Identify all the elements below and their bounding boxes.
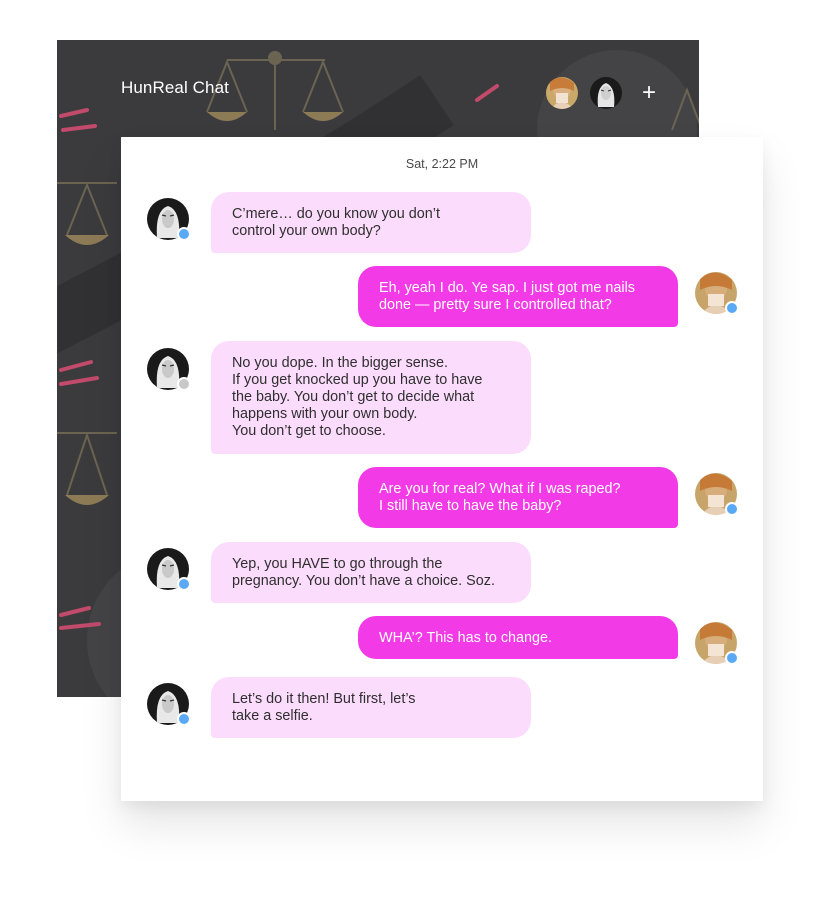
online-status-dot — [177, 227, 191, 241]
own-avatar[interactable] — [695, 622, 739, 665]
sender-avatar[interactable] — [147, 198, 191, 241]
participant-avatar-blonde[interactable] — [590, 77, 622, 109]
sender-avatar[interactable] — [147, 348, 191, 391]
message-bubble-outgoing: Are you for real? What if I was raped? I… — [358, 467, 678, 528]
sender-avatar[interactable] — [147, 548, 191, 591]
online-status-dot — [725, 651, 739, 665]
online-status-dot — [177, 577, 191, 591]
online-status-dot — [725, 301, 739, 315]
message-bubble-incoming: No you dope. In the bigger sense. If you… — [211, 341, 531, 454]
message-bubble-incoming: C’mere… do you know you don’t control yo… — [211, 192, 531, 253]
app-title: HunReal Chat — [121, 78, 229, 97]
message-bubble-incoming: Yep, you HAVE to go through the pregnanc… — [211, 542, 531, 603]
avatar-photo-icon — [590, 77, 622, 109]
message-bubble-outgoing: Eh, yeah I do. Ye sap. I just got me nai… — [358, 266, 678, 327]
own-avatar[interactable] — [695, 473, 739, 516]
message-bubble-incoming: Let’s do it then! But first, let’s take … — [211, 677, 531, 738]
away-status-dot — [177, 377, 191, 391]
online-status-dot — [725, 502, 739, 516]
participant-avatar-redhead[interactable] — [546, 77, 578, 109]
add-participant-button[interactable]: + — [640, 80, 658, 106]
avatar-photo-icon — [546, 77, 578, 109]
conversation-timestamp: Sat, 2:22 PM — [405, 157, 479, 171]
chat-message-panel: Sat, 2:22 PM C’mere… do you know you don… — [121, 137, 763, 801]
online-status-dot — [177, 712, 191, 726]
own-avatar[interactable] — [695, 272, 739, 315]
message-bubble-outgoing: WHA’? This has to change. — [358, 616, 678, 659]
sender-avatar[interactable] — [147, 683, 191, 726]
